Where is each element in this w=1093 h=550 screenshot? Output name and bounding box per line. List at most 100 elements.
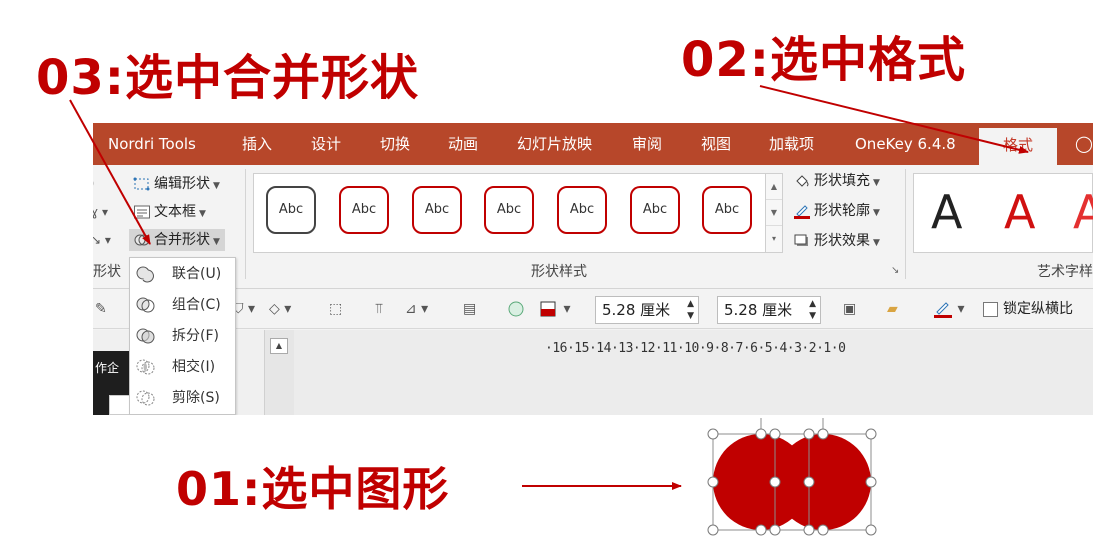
gallery-scrollbar[interactable]: ▲ ▼ ▾ — [765, 173, 783, 253]
shape-style-preset[interactable]: Abc — [266, 186, 316, 234]
resize-handle[interactable] — [803, 524, 815, 536]
resize-handle[interactable] — [755, 428, 767, 440]
width-stepper-icon[interactable]: ▲ ▼ — [809, 298, 816, 322]
scroll-up-icon[interactable]: ▲ — [766, 174, 782, 200]
scroll-down-icon[interactable]: ▼ — [766, 200, 782, 226]
circle-shape-icon[interactable] — [507, 297, 525, 321]
shape-height-input[interactable]: 5.28 厘米 ▲ ▼ — [595, 296, 699, 324]
resize-handle[interactable] — [707, 428, 719, 440]
shape-outline-button[interactable]: 形状轮廓 ▼ — [793, 200, 880, 222]
secondary-toolbar: ✎ ⛉ ▾ ◇ ▾ ⬚ ⫪ ⊿ ▾ ▤ ▾ 5.28 厘米 ▲ ▼ 5.28 厘米… — [93, 289, 1093, 329]
resize-handle[interactable] — [803, 476, 815, 488]
group-divider — [905, 169, 906, 279]
lightbulb-icon[interactable]: ◯ — [1075, 123, 1093, 165]
tab-animations[interactable]: 动画 — [448, 123, 478, 165]
resize-handle[interactable] — [755, 524, 767, 536]
step-01-label: 01:选中图形 — [176, 462, 450, 516]
tab-nordri-tools[interactable]: Nordri Tools — [108, 123, 196, 165]
menu-item-subtract[interactable]: 剪除(S) — [130, 383, 236, 413]
resize-handle[interactable] — [707, 476, 719, 488]
shape-style-preset[interactable]: Abc — [557, 186, 607, 234]
resize-handle[interactable] — [865, 428, 877, 440]
left-circle-shape[interactable] — [713, 434, 809, 530]
pen-color-icon[interactable]: ▾ — [933, 297, 964, 321]
edit-shape-button[interactable]: 编辑形状 ▼ — [133, 173, 220, 195]
wordart-preset[interactable]: A — [1073, 185, 1093, 239]
tab-onekey[interactable]: OneKey 6.4.8 — [855, 123, 956, 165]
combine-icon — [136, 297, 155, 313]
resize-handle[interactable] — [817, 524, 829, 536]
folder-icon[interactable]: ▰ — [887, 297, 898, 321]
tab-review[interactable]: 审阅 — [632, 123, 662, 165]
menu-item-label: 剪除(S) — [172, 390, 220, 406]
shape-style-gallery: Abc Abc Abc Abc Abc Abc Abc — [253, 173, 781, 253]
text-format-icon[interactable]: ▣ — [843, 297, 856, 321]
ribbon-tab-bar: Nordri Tools 插入 设计 切换 动画 幻灯片放映 审阅 视图 加载项… — [93, 123, 1093, 165]
shape-fill-label: 形状填充 — [814, 173, 870, 189]
step-02-label: 02:选中格式 — [681, 32, 966, 88]
shape-gallery-scroll-icon[interactable]: ɣ ▾ — [93, 201, 108, 223]
shape-style-preset[interactable]: Abc — [630, 186, 680, 234]
menu-item-fragment[interactable]: 拆分(F) — [130, 321, 236, 351]
wordart-preset[interactable]: A — [931, 185, 962, 239]
menu-item-union[interactable]: 联合(U) — [130, 259, 236, 289]
shape-style-preset[interactable]: Abc — [339, 186, 389, 234]
chevron-down-icon: ▼ — [873, 178, 880, 188]
gallery-more-icon[interactable]: ▾ — [766, 226, 782, 252]
merge-shapes-menu: 联合(U) 组合(C) 拆分(F) 相交(I) 剪除(S) — [129, 257, 236, 415]
shape-dropdown-icon[interactable]: ◇ ▾ — [269, 297, 291, 321]
text-box-label: 文本框 — [154, 204, 196, 220]
chevron-down-icon: ▼ — [873, 208, 880, 218]
height-stepper-icon[interactable]: ▲ ▼ — [687, 298, 694, 322]
tab-slideshow[interactable]: 幻灯片放映 — [517, 123, 592, 165]
color-fill-icon[interactable]: ▾ — [539, 297, 570, 321]
fill-dropdown-icon[interactable]: ⛉ ▾ — [233, 297, 255, 321]
tab-insert[interactable]: 插入 — [242, 123, 272, 165]
lock-aspect-ratio-label: 锁定纵横比 — [1003, 301, 1073, 317]
tab-view[interactable]: 视图 — [701, 123, 731, 165]
eyedropper-icon[interactable]: ✎ — [95, 297, 107, 321]
shape-gallery-more-icon[interactable]: ↘ ▾ — [93, 229, 111, 251]
resize-handle[interactable] — [707, 524, 719, 536]
resize-handle[interactable] — [769, 524, 781, 536]
checkbox-icon[interactable] — [983, 301, 998, 317]
tab-design[interactable]: 设计 — [311, 123, 341, 165]
menu-item-intersect[interactable]: 相交(I) — [130, 352, 236, 382]
resize-handle[interactable] — [865, 476, 877, 488]
horizontal-ruler: ·16·15·14·13·12·11·10·9·8·7·6·5·4·3·2·1·… — [545, 341, 846, 356]
text-box-button[interactable]: 文本框 ▼ — [133, 201, 206, 223]
tab-format[interactable]: 格式 — [979, 128, 1057, 165]
resize-handle[interactable] — [769, 476, 781, 488]
rotate-icon[interactable]: ⊿ ▾ — [405, 297, 428, 321]
resize-handle[interactable] — [817, 428, 829, 440]
merge-shapes-button[interactable]: 合并形状 ▼ — [129, 229, 225, 251]
resize-handle[interactable] — [769, 428, 781, 440]
chevron-down-icon: ▼ — [199, 209, 206, 219]
wordart-preset[interactable]: A — [1004, 185, 1035, 239]
lock-aspect-ratio-checkbox[interactable]: 锁定纵横比 — [983, 297, 1073, 321]
menu-item-label: 组合(C) — [172, 297, 221, 313]
shape-style-preset[interactable]: Abc — [484, 186, 534, 234]
shape-style-preset[interactable]: Abc — [702, 186, 752, 234]
selection-pane-icon[interactable]: ⬚ — [329, 297, 342, 321]
shape-fill-button[interactable]: 形状填充 ▼ — [793, 170, 880, 192]
grid-icon[interactable]: ▤ — [463, 297, 476, 321]
shape-effects-button[interactable]: 形状效果 ▼ — [793, 230, 880, 252]
shape-width-input[interactable]: 5.28 厘米 ▲ ▼ — [717, 296, 821, 324]
selected-circles[interactable] — [707, 418, 877, 536]
group-divider — [245, 169, 246, 279]
shape-gallery-edge-icon[interactable]: ) — [93, 173, 94, 195]
tab-addins[interactable]: 加载项 — [769, 123, 814, 165]
menu-item-combine[interactable]: 组合(C) — [130, 290, 236, 320]
menu-item-label: 拆分(F) — [172, 328, 219, 344]
dialog-launcher-icon[interactable]: ↘ — [891, 265, 899, 276]
shape-style-preset[interactable]: Abc — [412, 186, 462, 234]
align-icon[interactable]: ⫪ — [375, 297, 383, 321]
scroll-up-icon[interactable]: ▲ — [270, 338, 288, 354]
tab-transitions[interactable]: 切换 — [380, 123, 410, 165]
right-circle-shape[interactable] — [775, 434, 871, 530]
resize-handle[interactable] — [865, 524, 877, 536]
resize-handle[interactable] — [803, 428, 815, 440]
union-icon — [136, 266, 154, 283]
effects-icon — [794, 234, 808, 246]
